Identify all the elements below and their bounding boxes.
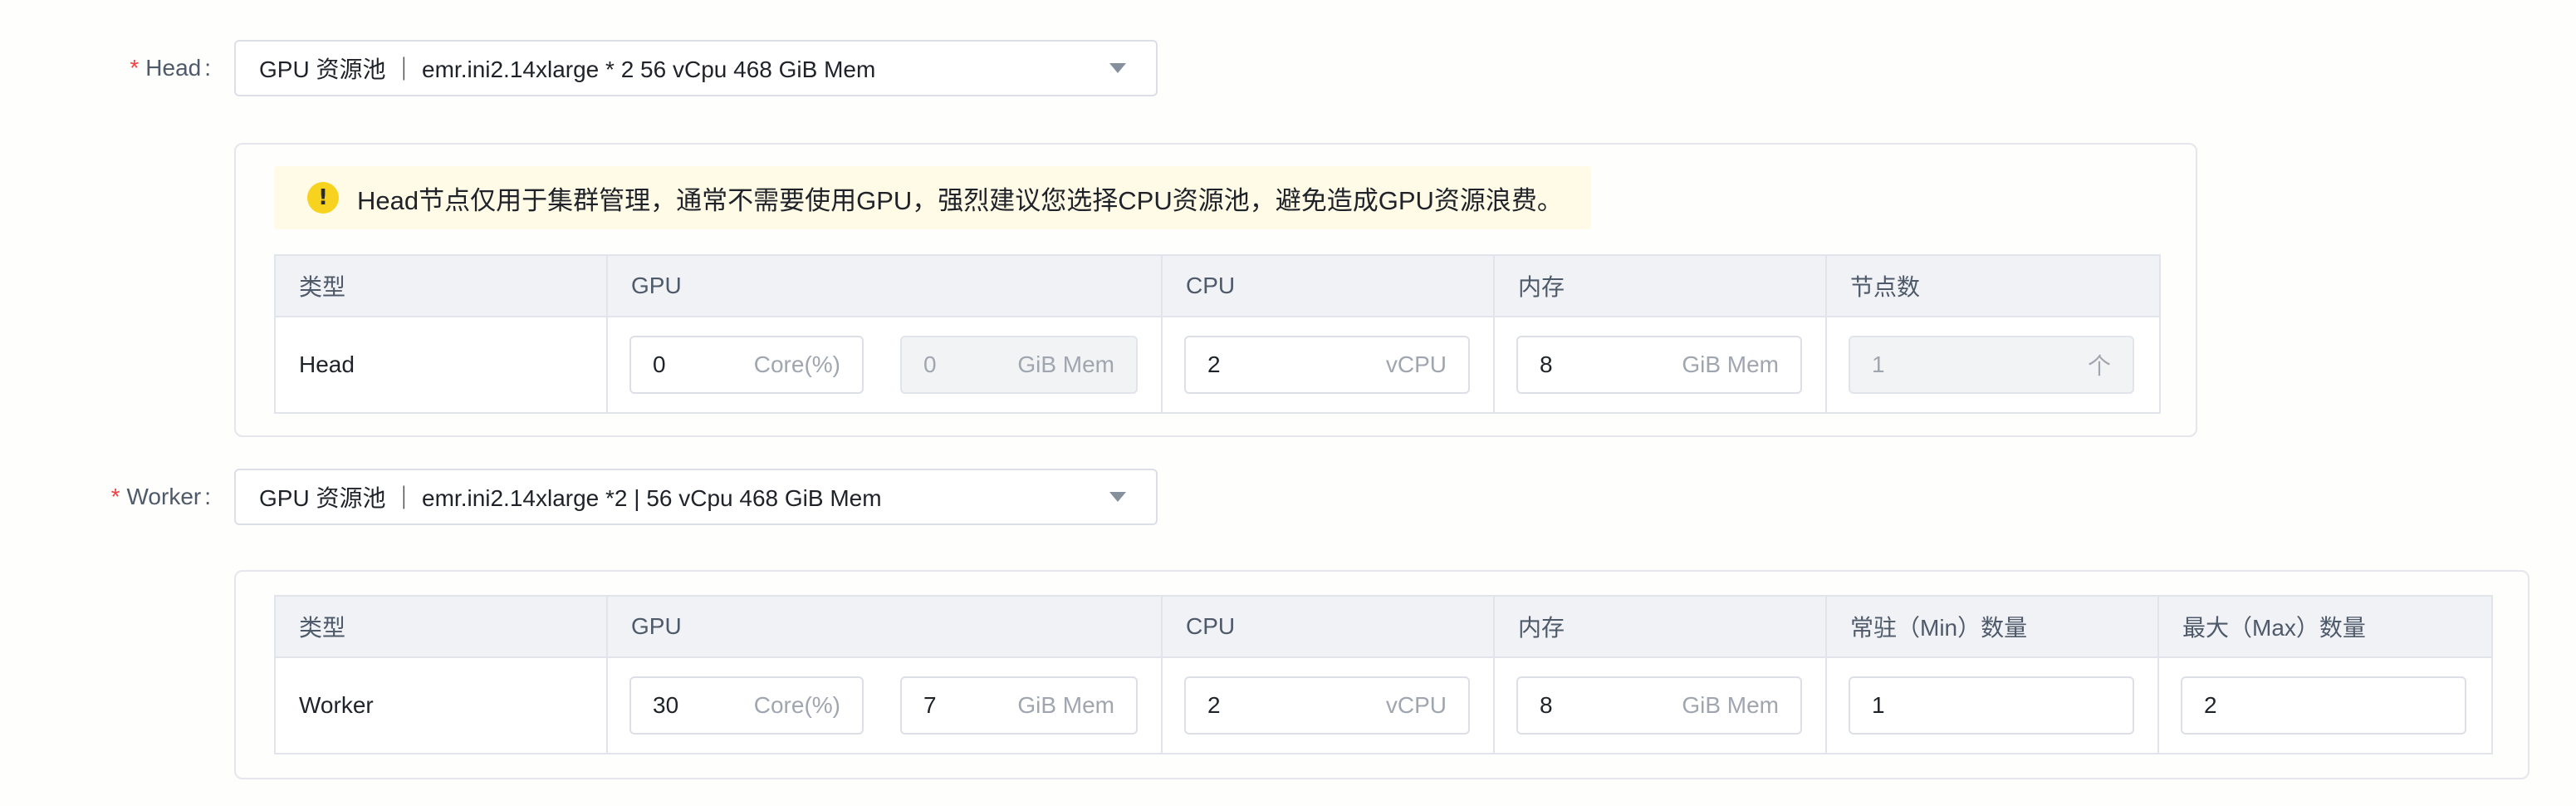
warning-text: Head节点仅用于集群管理，通常不需要使用GPU，强烈建议您选择CPU资源池，避…	[357, 185, 1563, 215]
input-value: 30	[653, 692, 679, 718]
input-value: 1	[1872, 351, 1885, 377]
memory-cell: 8 GiB Mem	[1493, 316, 1827, 414]
node-count-cell: 1 个	[1825, 316, 2161, 414]
row-type: Head	[274, 316, 608, 414]
input-unit: Core(%)	[753, 351, 840, 377]
min-count-cell: 1	[1825, 656, 2159, 754]
gpu-cell: 30 Core(%) 7 GiB Mem	[606, 656, 1163, 754]
cpu-cell: 2 vCPU	[1161, 316, 1495, 414]
head-resource-select[interactable]: GPU 资源池 ｜ emr.ini2.14xlarge * 2 56 vCpu …	[234, 40, 1158, 96]
col-type: 类型	[274, 595, 608, 658]
worker-resource-select[interactable]: GPU 资源池 ｜ emr.ini2.14xlarge *2 | 56 vCpu…	[234, 469, 1158, 525]
input-unit: vCPU	[1385, 351, 1447, 377]
input-unit: GiB Mem	[1682, 351, 1779, 377]
col-memory: 内存	[1493, 254, 1827, 317]
worker-spec-panel: 类型 GPU CPU 内存 常驻（Min）数量 最大（Max）数量 Worker…	[234, 570, 2529, 779]
gpu-cell: 0 Core(%) 0 GiB Mem	[606, 316, 1163, 414]
exclamation-icon: !	[307, 182, 339, 214]
col-gpu: GPU	[606, 254, 1163, 317]
max-count-input[interactable]: 2	[2181, 676, 2466, 735]
table-header-row: 类型 GPU CPU 内存 节点数	[274, 254, 2161, 317]
input-value: 2	[1207, 692, 1221, 718]
input-value: 8	[1540, 351, 1553, 377]
col-node-count: 节点数	[1825, 254, 2161, 317]
label-colon: :	[204, 55, 211, 81]
table-header-row: 类型 GPU CPU 内存 常驻（Min）数量 最大（Max）数量	[274, 595, 2493, 658]
input-value: 0	[653, 351, 666, 377]
row-type: Worker	[274, 656, 608, 754]
col-min-count: 常驻（Min）数量	[1825, 595, 2159, 658]
cpu-input[interactable]: 2 vCPU	[1184, 336, 1470, 394]
node-count-input: 1 个	[1849, 336, 2134, 394]
cpu-cell: 2 vCPU	[1161, 656, 1495, 754]
max-count-cell: 2	[2157, 656, 2493, 754]
gpu-mem-input: 0 GiB Mem	[900, 336, 1138, 394]
col-cpu: CPU	[1161, 595, 1495, 658]
input-value: 8	[1540, 692, 1553, 718]
head-select-value: GPU 资源池 ｜ emr.ini2.14xlarge * 2 56 vCpu …	[259, 57, 876, 82]
head-gpu-warning: ! Head节点仅用于集群管理，通常不需要使用GPU，强烈建议您选择CPU资源池…	[274, 166, 1591, 229]
col-max-count: 最大（Max）数量	[2157, 595, 2493, 658]
input-value: 2	[2204, 692, 2217, 718]
worker-label: * Worker :	[83, 469, 211, 525]
table-row: Worker 30 Core(%) 7 GiB Mem 2 vCPU 8 GiB…	[274, 656, 2493, 754]
label-colon: :	[204, 484, 211, 509]
input-value: 2	[1207, 351, 1221, 377]
memory-cell: 8 GiB Mem	[1493, 656, 1827, 754]
head-label: * Head :	[100, 40, 211, 96]
worker-label-text: Worker	[126, 484, 202, 509]
head-spec-table: 类型 GPU CPU 内存 节点数 Head 0 Core(%) 0 GiB M…	[274, 254, 2161, 414]
chevron-down-icon	[1109, 63, 1126, 73]
input-unit: Core(%)	[753, 692, 840, 718]
memory-input[interactable]: 8 GiB Mem	[1516, 336, 1802, 394]
memory-input[interactable]: 8 GiB Mem	[1516, 676, 1802, 735]
min-count-input[interactable]: 1	[1849, 676, 2134, 735]
head-label-text: Head	[145, 55, 202, 81]
head-spec-panel: ! Head节点仅用于集群管理，通常不需要使用GPU，强烈建议您选择CPU资源池…	[234, 143, 2197, 437]
gpu-core-input[interactable]: 0 Core(%)	[629, 336, 864, 394]
cpu-input[interactable]: 2 vCPU	[1184, 676, 1470, 735]
col-cpu: CPU	[1161, 254, 1495, 317]
input-unit: vCPU	[1385, 692, 1447, 718]
input-unit: 个	[2087, 353, 2111, 379]
worker-spec-table: 类型 GPU CPU 内存 常驻（Min）数量 最大（Max）数量 Worker…	[274, 595, 2493, 754]
input-unit: GiB Mem	[1682, 692, 1779, 718]
input-value: 0	[923, 351, 937, 377]
input-value: 1	[1872, 692, 1885, 718]
input-unit: GiB Mem	[1017, 351, 1114, 377]
col-type: 类型	[274, 254, 608, 317]
required-mark: *	[110, 484, 120, 509]
gpu-core-input[interactable]: 30 Core(%)	[629, 676, 864, 735]
col-memory: 内存	[1493, 595, 1827, 658]
gpu-mem-input[interactable]: 7 GiB Mem	[900, 676, 1138, 735]
table-row: Head 0 Core(%) 0 GiB Mem 2 vCPU 8 GiB Me…	[274, 316, 2161, 414]
col-gpu: GPU	[606, 595, 1163, 658]
chevron-down-icon	[1109, 492, 1126, 502]
input-unit: GiB Mem	[1017, 692, 1114, 718]
required-mark: *	[130, 55, 140, 81]
worker-select-value: GPU 资源池 ｜ emr.ini2.14xlarge *2 | 56 vCpu…	[259, 485, 882, 511]
input-value: 7	[923, 692, 937, 718]
